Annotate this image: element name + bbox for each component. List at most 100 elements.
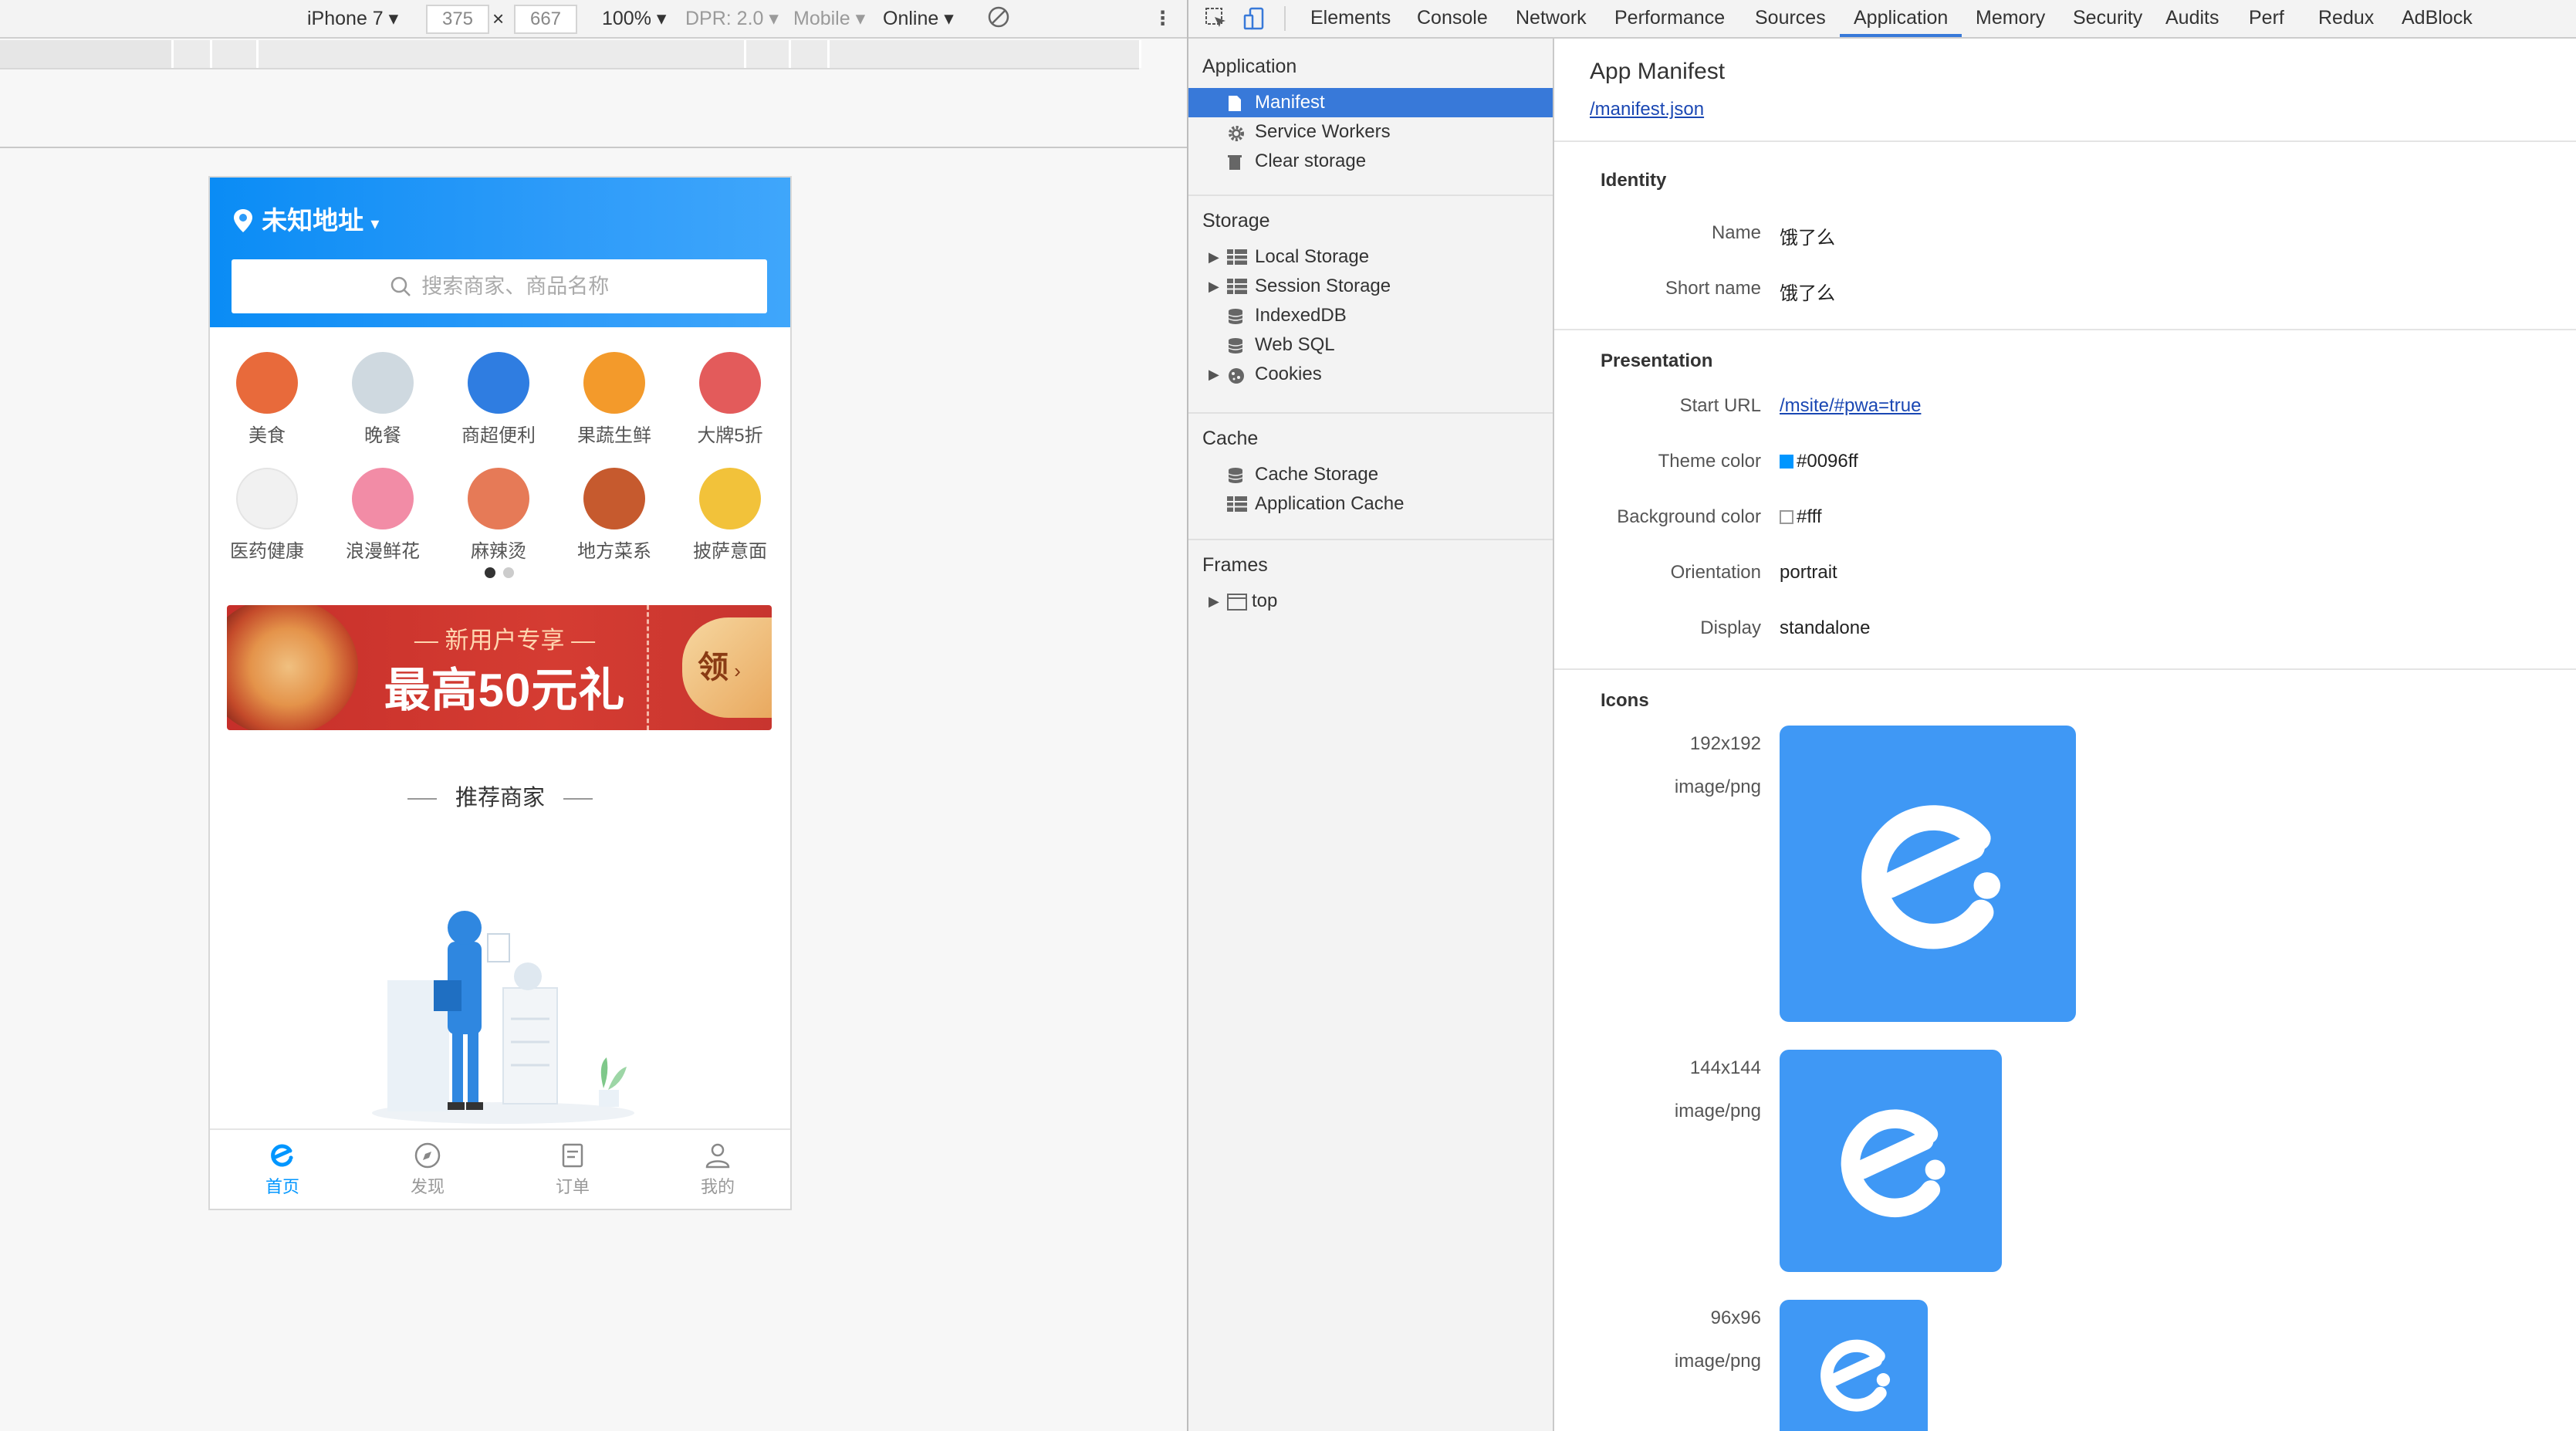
tab-label: 订单: [555, 1177, 590, 1196]
tab-discover[interactable]: 发现: [355, 1141, 500, 1198]
app-icon-192: [1780, 726, 2076, 1022]
sidebar-item-frame-top[interactable]: ▶ top: [1188, 587, 1553, 616]
tab-orders[interactable]: 订单: [500, 1141, 645, 1198]
tab-network[interactable]: Network: [1516, 0, 1587, 37]
sidebar-item-session-storage[interactable]: ▶ Session Storage: [1188, 272, 1553, 301]
category-item[interactable]: 商超便利: [452, 352, 545, 447]
device-toggle-icon[interactable]: [1242, 6, 1267, 31]
tab-console[interactable]: Console: [1417, 0, 1488, 37]
sidebar-item-local-storage[interactable]: ▶ Local Storage: [1188, 242, 1553, 272]
manifest-link[interactable]: /manifest.json: [1590, 99, 1704, 120]
category-item[interactable]: 大牌5折: [684, 352, 776, 447]
grid-icon: [1227, 496, 1247, 512]
category-label: 果蔬生鲜: [577, 425, 651, 446]
icon-size-label: 192x192: [1689, 733, 1761, 754]
width-input[interactable]: 375: [426, 5, 489, 34]
device-select[interactable]: iPhone 7 ▾: [307, 6, 398, 31]
network-select[interactable]: Online ▾: [883, 6, 954, 31]
pizza-icon: [699, 468, 761, 529]
tab-adblock[interactable]: AdBlock: [2402, 0, 2473, 37]
rotate-icon[interactable]: [986, 5, 1011, 29]
icon-type-label: image/png: [1674, 1351, 1761, 1372]
icon-size-label: 144x144: [1689, 1057, 1761, 1078]
category-item[interactable]: 果蔬生鲜: [568, 352, 661, 447]
ruler-segment[interactable]: [827, 40, 1141, 68]
ruler-segment[interactable]: [0, 40, 174, 68]
category-item[interactable]: 美食: [221, 352, 313, 447]
category-item[interactable]: 披萨意面: [684, 468, 776, 563]
ruler-segment[interactable]: [789, 40, 830, 68]
sidebar-item-clear-storage[interactable]: Clear storage: [1188, 147, 1553, 176]
category-item[interactable]: 晚餐: [336, 352, 429, 447]
tab-redux[interactable]: Redux: [2318, 0, 2374, 37]
database-icon: [1228, 309, 1243, 324]
app-header: 未知地址 ▾ 搜索商家、商品名称: [210, 178, 790, 327]
section-frames: Frames: [1202, 554, 1268, 576]
promo-banner[interactable]: — 新用户专享 — 最高50元礼包 领 ›: [227, 605, 772, 730]
database-icon: [1228, 468, 1243, 483]
icons-header: Icons: [1601, 690, 1649, 711]
sidebar-item-web-sql[interactable]: Web SQL: [1188, 330, 1553, 360]
theme-color-value: #0096ff: [1780, 451, 1858, 472]
expand-arrow-icon[interactable]: ▶: [1209, 242, 1219, 272]
sidebar-item-service-workers[interactable]: Service Workers: [1188, 117, 1553, 147]
tab-audits[interactable]: Audits: [2165, 0, 2219, 37]
tab-elements[interactable]: Elements: [1310, 0, 1391, 37]
search-placeholder: 搜索商家、商品名称: [421, 275, 610, 298]
sidebar-item-indexeddb[interactable]: IndexedDB: [1188, 301, 1553, 330]
search-bar[interactable]: 搜索商家、商品名称: [232, 259, 767, 313]
tab-label: 首页: [265, 1177, 299, 1196]
ruler-segment[interactable]: [210, 40, 259, 68]
banner-subtitle: — 新用户专享 —: [414, 627, 596, 654]
category-item[interactable]: 地方菜系: [568, 468, 661, 563]
short-name-value: 饿了么: [1780, 283, 1835, 304]
carousel-dot[interactable]: [503, 567, 514, 578]
tab-home[interactable]: 首页: [210, 1141, 355, 1198]
ruler-segment[interactable]: [171, 40, 212, 68]
sidebar-item-label: Local Storage: [1255, 246, 1370, 267]
sidebar-item-label: Cookies: [1255, 364, 1322, 384]
frame-icon: [1227, 594, 1247, 611]
sidebar-item-label: Service Workers: [1255, 121, 1391, 142]
start-url-link[interactable]: /msite/#pwa=true: [1780, 395, 1921, 417]
sidebar-item-cookies[interactable]: ▶ Cookies: [1188, 360, 1553, 389]
dpr-select[interactable]: DPR: 2.0 ▾: [685, 6, 779, 31]
section-cache: Cache: [1202, 428, 1259, 449]
carousel-dot-active[interactable]: [485, 567, 495, 578]
tab-perf[interactable]: Perf: [2249, 0, 2284, 37]
expand-arrow-icon[interactable]: ▶: [1209, 360, 1219, 389]
tab-memory[interactable]: Memory: [1976, 0, 2045, 37]
address-selector[interactable]: 未知地址 ▾: [232, 201, 379, 241]
zoom-select[interactable]: 100% ▾: [602, 6, 666, 31]
ruler-segment[interactable]: [256, 40, 746, 68]
gear-icon: [1229, 126, 1244, 141]
ruler-segment[interactable]: [744, 40, 791, 68]
category-item[interactable]: 麻辣烫: [452, 468, 545, 563]
inspect-element-icon[interactable]: [1204, 6, 1229, 31]
tab-performance[interactable]: Performance: [1614, 0, 1725, 37]
tab-application[interactable]: Application: [1840, 0, 1962, 37]
tab-label: 发现: [410, 1177, 445, 1196]
carousel-dots[interactable]: [485, 567, 522, 582]
sidebar-item-label: IndexedDB: [1255, 305, 1347, 326]
more-options-icon[interactable]: ⋮: [1153, 6, 1172, 31]
tab-sources[interactable]: Sources: [1755, 0, 1826, 37]
grid-icon: [1227, 249, 1247, 265]
device-toolbar: iPhone 7 ▾ 375 × 667 100% ▾ DPR: 2.0 ▾ M…: [0, 0, 1187, 39]
delivery-person-illustration: [372, 911, 634, 1124]
height-input[interactable]: 667: [514, 5, 577, 34]
mode-select[interactable]: Mobile ▾: [793, 6, 865, 31]
claim-button[interactable]: 领 ›: [682, 617, 772, 718]
category-item[interactable]: 医药健康: [221, 468, 313, 563]
sidebar-item-manifest[interactable]: Manifest: [1188, 88, 1553, 117]
medicine-icon: [236, 468, 298, 529]
expand-arrow-icon[interactable]: ▶: [1209, 587, 1219, 616]
category-item[interactable]: 浪漫鲜花: [336, 468, 429, 563]
media-query-ruler[interactable]: [0, 40, 1141, 69]
tab-security[interactable]: Security: [2073, 0, 2142, 37]
sidebar-item-application-cache[interactable]: Application Cache: [1188, 489, 1553, 519]
expand-arrow-icon[interactable]: ▶: [1209, 272, 1219, 301]
tab-profile[interactable]: 我的: [645, 1141, 790, 1198]
sidebar-item-cache-storage[interactable]: Cache Storage: [1188, 460, 1553, 489]
background-color-text: #fff: [1797, 506, 1822, 527]
